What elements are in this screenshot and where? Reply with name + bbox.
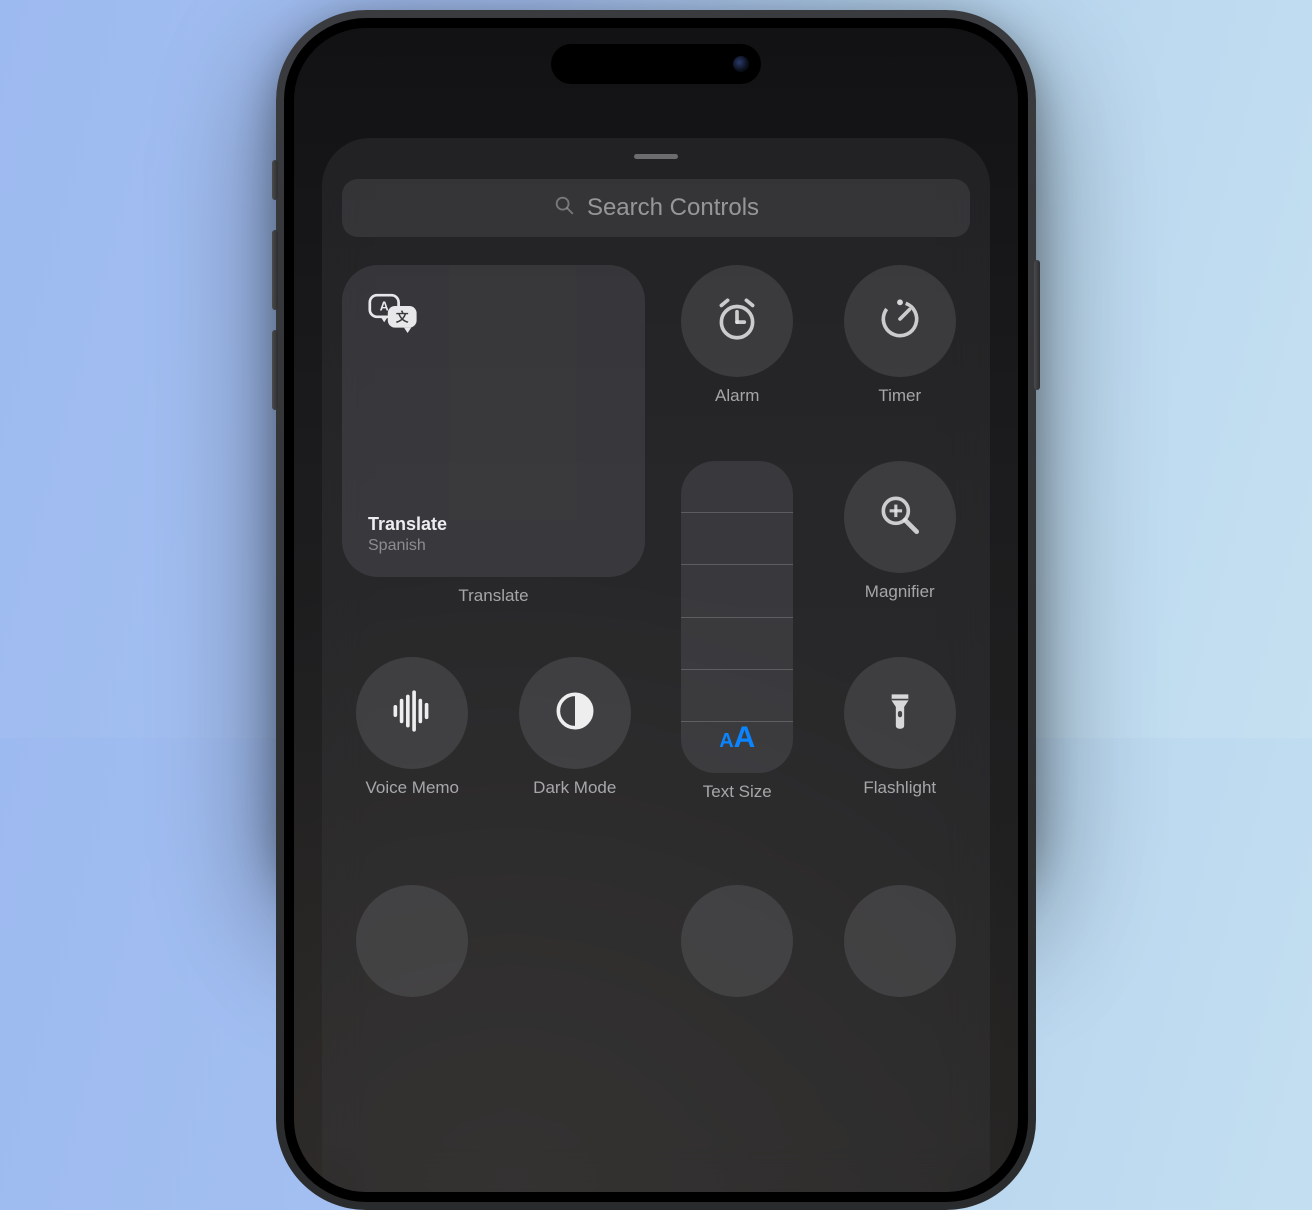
flashlight-button[interactable]: [844, 657, 956, 769]
peek-tile-3: [830, 853, 971, 1029]
voice-memo-label: Voice Memo: [365, 779, 459, 798]
magnifier-cell: Magnifier: [830, 461, 971, 637]
alarm-label: Alarm: [715, 387, 759, 406]
peek-tile-2: [667, 853, 808, 1029]
side-button-vol-up: [272, 230, 278, 310]
peek-button-3[interactable]: [844, 885, 956, 997]
grabber-handle[interactable]: [634, 154, 678, 159]
phone-frame: Search Controls A 文: [276, 10, 1036, 1210]
magnifier-button[interactable]: [844, 461, 956, 573]
dark-mode-label: Dark Mode: [533, 779, 616, 798]
peek-button-2[interactable]: [681, 885, 793, 997]
dark-mode-icon: [550, 686, 600, 741]
text-size-cell: AA Text Size: [667, 461, 808, 833]
timer-label: Timer: [878, 387, 921, 406]
waveform-icon: [387, 686, 437, 741]
text-size-icon: AA: [681, 721, 793, 755]
translate-subtitle: Spanish: [368, 537, 619, 555]
dynamic-island: [551, 44, 761, 84]
text-size-label: Text Size: [703, 783, 772, 802]
translate-label: Translate: [458, 587, 528, 606]
screen: Search Controls A 文: [294, 28, 1018, 1192]
translate-widget-cell: A 文 Translate Spanish: [342, 265, 645, 637]
translate-title: Translate: [368, 514, 619, 535]
side-button-silent: [272, 160, 278, 200]
control-center-panel: Search Controls A 文: [322, 138, 990, 1192]
search-placeholder: Search Controls: [587, 194, 759, 222]
magnifier-label: Magnifier: [865, 583, 935, 602]
translate-icon: A 文: [368, 291, 619, 344]
search-controls-field[interactable]: Search Controls: [342, 179, 970, 237]
side-button-power: [1034, 260, 1040, 390]
peek-tile-1: [342, 853, 483, 1029]
magnifier-icon: [875, 490, 925, 545]
alarm-icon: [712, 294, 762, 349]
text-size-slider[interactable]: AA: [681, 461, 793, 773]
flashlight-label: Flashlight: [863, 779, 936, 798]
flashlight-icon: [875, 686, 925, 741]
alarm-cell: Alarm: [667, 265, 808, 441]
dark-mode-cell: Dark Mode: [505, 657, 646, 833]
peek-button-1[interactable]: [356, 885, 468, 997]
timer-button[interactable]: [844, 265, 956, 377]
svg-text:文: 文: [396, 309, 409, 324]
front-camera: [733, 56, 749, 72]
timer-cell: Timer: [830, 265, 971, 441]
phone-bezel: Search Controls A 文: [284, 18, 1028, 1202]
side-button-vol-down: [272, 330, 278, 410]
dark-mode-button[interactable]: [519, 657, 631, 769]
alarm-button[interactable]: [681, 265, 793, 377]
controls-grid: A 文 Translate Spanish: [342, 265, 970, 1029]
voice-memo-button[interactable]: [356, 657, 468, 769]
translate-widget[interactable]: A 文 Translate Spanish: [342, 265, 645, 577]
timer-icon: [875, 294, 925, 349]
svg-text:A: A: [380, 300, 389, 314]
flashlight-cell: Flashlight: [830, 657, 971, 833]
search-icon: [553, 194, 575, 223]
voice-memo-cell: Voice Memo: [342, 657, 483, 833]
